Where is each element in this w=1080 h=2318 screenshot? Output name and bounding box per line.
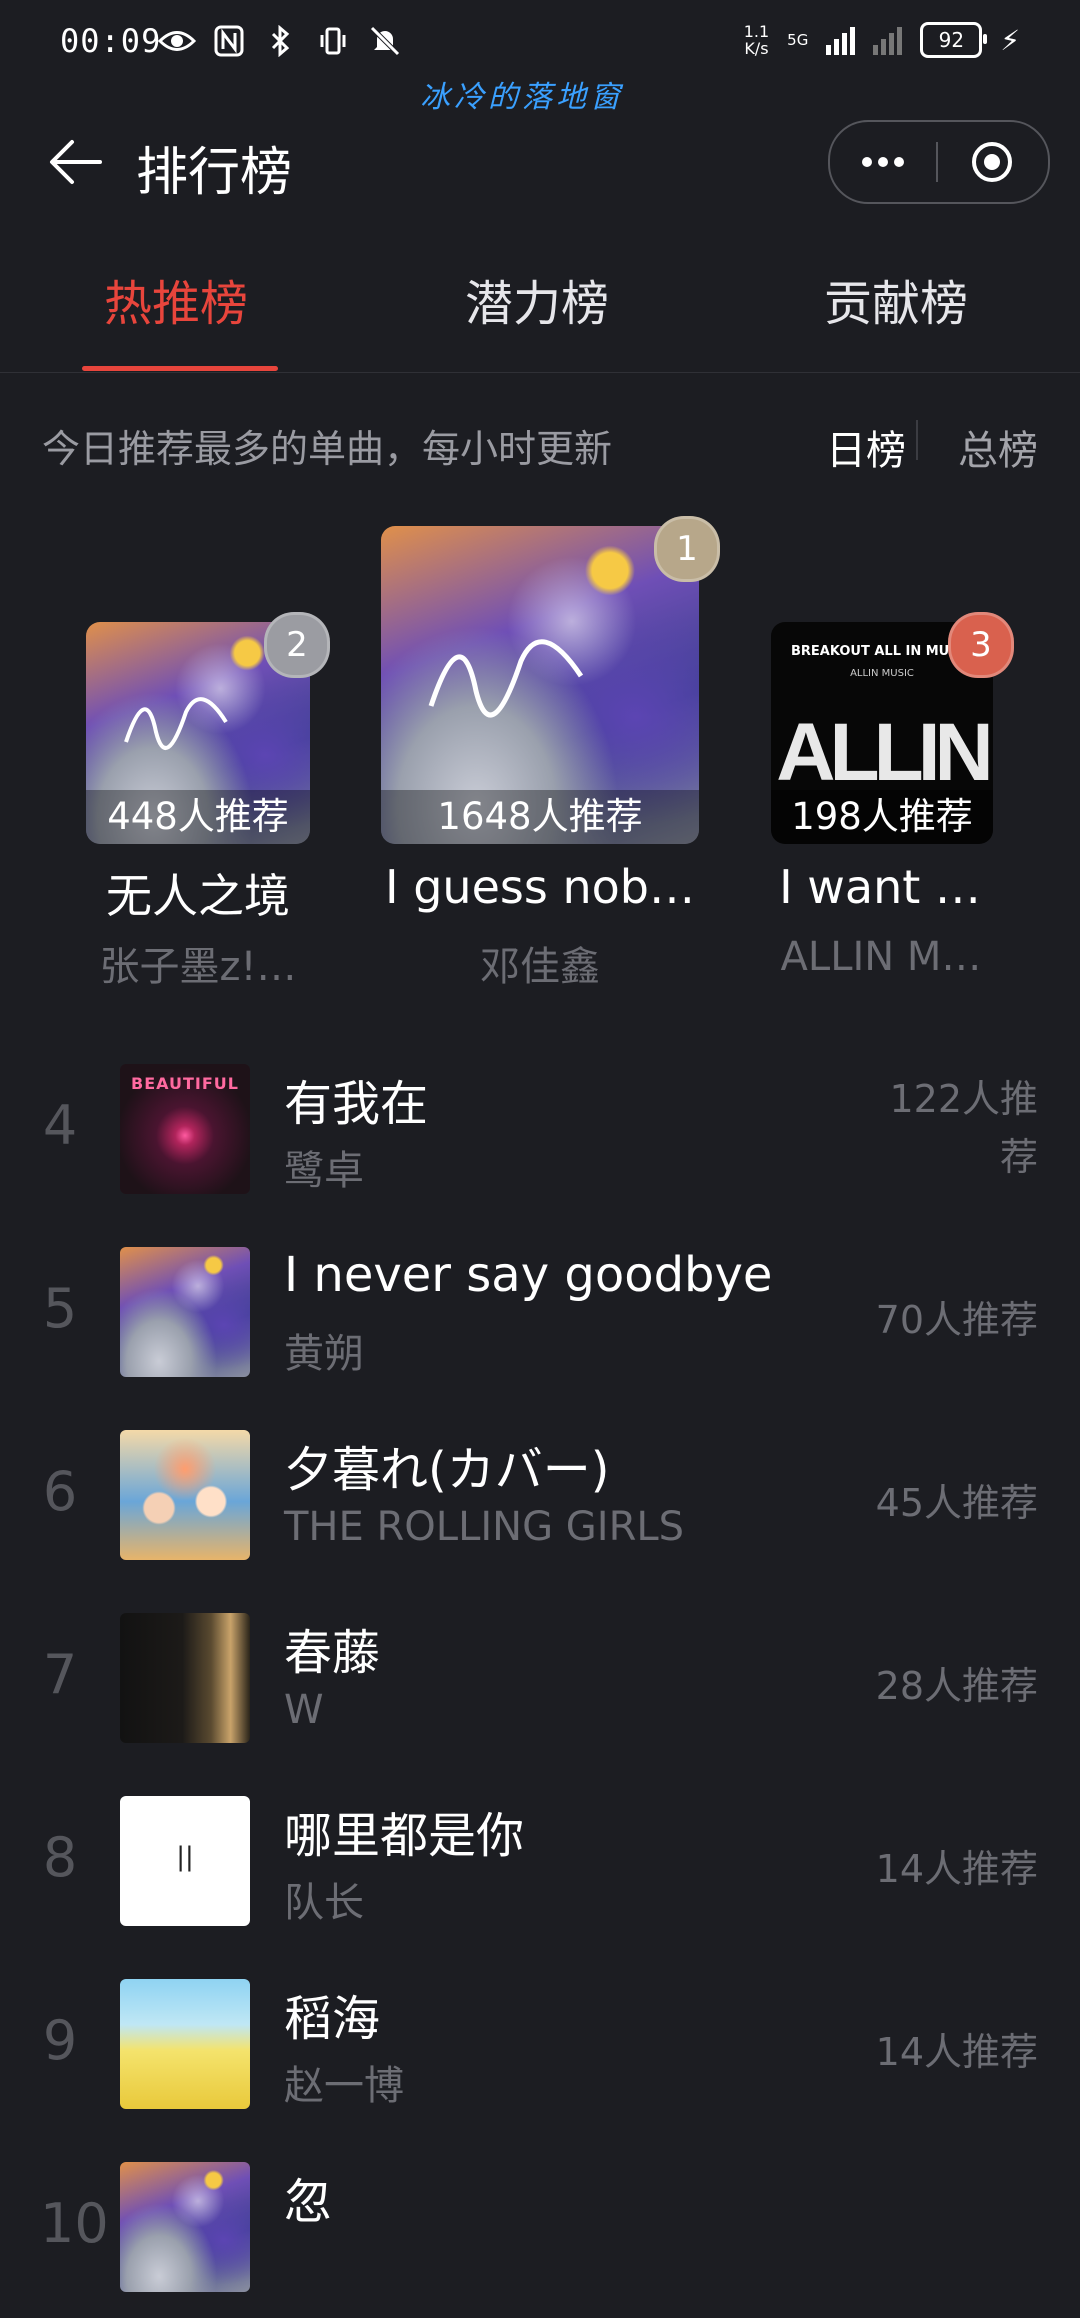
back-button[interactable] <box>44 130 108 194</box>
status-right: 1.1 K/s 5G 92 ⚡ <box>744 22 1020 58</box>
tab-potential[interactable]: 潜力榜 <box>465 264 609 334</box>
signal-secondary-icon <box>873 25 903 55</box>
ranking-tabs: 热推榜 潜力榜 贡献榜 <box>0 240 1080 373</box>
rank-number: 6 <box>42 1460 78 1523</box>
recommend-count: 14人推荐 <box>875 1847 1038 1891</box>
arrow-left-icon <box>50 140 102 184</box>
cover-logo-text: ALLIN <box>776 707 993 798</box>
battery-level: 92 <box>938 28 965 52</box>
artist-name: ALLIN M… <box>780 934 982 980</box>
album-cover <box>120 1430 250 1560</box>
recommend-count: 28人推荐 <box>875 1664 1038 1708</box>
recommend-count: 45人推荐 <box>875 1481 1038 1525</box>
target-circle-icon <box>972 142 1012 182</box>
rank-number: 10 <box>40 2192 109 2255</box>
rank-badge: 2 <box>264 612 330 678</box>
album-cover: || <box>120 1796 250 1926</box>
page-title: 排行榜 <box>136 143 293 203</box>
mute-icon <box>366 24 404 58</box>
song-title: I guess nob… <box>385 860 695 914</box>
artist-name: 赵一博 <box>284 2063 404 2109</box>
network-type: 5G <box>787 32 808 48</box>
eye-icon <box>158 24 196 58</box>
net-speed-value: 1.1 <box>743 22 770 41</box>
artist-name: 鹭卓 <box>284 1148 364 1194</box>
song-title: I want … <box>779 860 981 914</box>
vibrate-icon <box>314 24 352 58</box>
recommend-count: 198人推荐 <box>771 790 993 844</box>
ranking-description: 今日推荐最多的单曲，每小时更新 <box>42 427 613 471</box>
mini-program-capsule <box>828 120 1050 204</box>
song-title: 春藤 <box>284 1625 381 1681</box>
rank-badge: 3 <box>948 612 1014 678</box>
more-dots-icon <box>862 157 904 167</box>
list-item[interactable]: 6 夕暮れ(カバー) THE ROLLING GIRLS 45人推荐 <box>0 1416 1080 1586</box>
recommend-count: 448人推荐 <box>86 790 310 844</box>
album-cover <box>120 1247 250 1377</box>
artist-name: W <box>284 1687 324 1733</box>
artist-name: 邓佳鑫 <box>480 944 600 990</box>
album-cover: 1648人推荐 <box>381 526 699 844</box>
song-title: 无人之境 <box>106 869 290 923</box>
list-item[interactable]: 8 || 哪里都是你 队长 14人推荐 <box>0 1782 1080 1952</box>
album-cover: BEAUTIFUL <box>120 1064 250 1194</box>
song-title: 哪里都是你 <box>284 1808 525 1864</box>
artist-name: 队长 <box>284 1880 364 1926</box>
recommend-count: 1648人推荐 <box>381 790 699 844</box>
rank-number: 4 <box>42 1094 78 1157</box>
network-type-label: 5G <box>787 31 809 49</box>
list-item[interactable]: 4 BEAUTIFUL 有我在 鹭卓 122人推荐 <box>0 1050 1080 1220</box>
rank-number: 7 <box>42 1643 78 1706</box>
net-speed: 1.1 K/s <box>744 23 769 57</box>
recommend-count: 14人推荐 <box>875 2030 1038 2074</box>
song-title: 稻海 <box>284 1991 381 2047</box>
song-title: 夕暮れ(カバー) <box>284 1442 610 1498</box>
recommend-count: 122人推荐 <box>889 1077 1038 1179</box>
nfc-icon <box>210 24 248 58</box>
recommend-count: 70人推荐 <box>875 1298 1038 1342</box>
list-item[interactable]: 9 稻海 赵一博 14人推荐 <box>0 1965 1080 2135</box>
artist-name: 黄朔 <box>284 1331 364 1377</box>
list-item[interactable]: 5 I never say goodbye 黄朔 70人推荐 <box>0 1233 1080 1403</box>
list-item[interactable]: 10 忽 <box>0 2148 1080 2318</box>
rank-badge: 1 <box>654 516 720 582</box>
range-divider <box>916 420 918 460</box>
cover-text: BEAUTIFUL <box>131 1074 239 1093</box>
status-icons <box>158 24 404 58</box>
artist-name: THE ROLLING GIRLS <box>284 1504 685 1550</box>
active-tab-indicator <box>82 366 278 371</box>
daily-chart-toggle[interactable]: 日榜 <box>826 418 906 476</box>
net-speed-unit: K/s <box>744 39 769 58</box>
song-title: I never say goodbye <box>284 1247 773 1303</box>
close-miniprogram-button[interactable] <box>938 122 1046 202</box>
rank-number: 9 <box>42 2009 78 2072</box>
charging-icon: ⚡ <box>1000 23 1020 57</box>
rank-number: 5 <box>42 1277 78 1340</box>
total-chart-toggle[interactable]: 总榜 <box>958 418 1038 476</box>
song-title: 忽 <box>284 2174 333 2230</box>
bluetooth-icon <box>262 24 300 58</box>
tab-contribution[interactable]: 贡献榜 <box>824 264 968 334</box>
list-item[interactable]: 7 春藤 W 28人推荐 <box>0 1599 1080 1769</box>
artist-name: 张子墨z!… <box>99 944 297 990</box>
header: 排行榜 <box>0 110 1080 210</box>
signal-icon <box>826 25 856 55</box>
tab-hot[interactable]: 热推榜 <box>104 264 248 334</box>
song-title: 有我在 <box>284 1076 429 1132</box>
cover-text: || <box>176 1842 194 1872</box>
status-time: 00:09 <box>60 22 162 60</box>
album-cover <box>120 1979 250 2109</box>
album-cover <box>120 1613 250 1743</box>
battery-icon: 92 <box>920 22 988 58</box>
album-cover <box>120 2162 250 2292</box>
rank-number: 8 <box>42 1826 78 1889</box>
more-button[interactable] <box>830 122 936 202</box>
